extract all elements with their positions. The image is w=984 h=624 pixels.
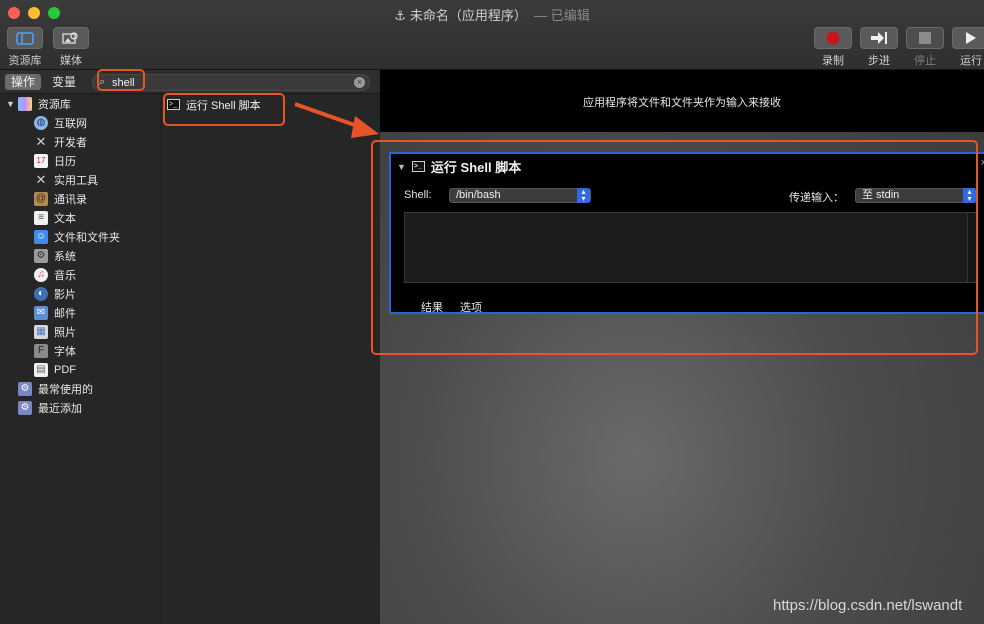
record-icon: [826, 31, 840, 45]
close-icon[interactable]: ×: [981, 157, 984, 169]
photos-icon: ▦: [34, 324, 48, 339]
stop-button[interactable]: [906, 27, 944, 49]
sidebar-item-internet[interactable]: ◍ 互联网: [34, 113, 87, 132]
globe-icon: ◍: [34, 115, 48, 130]
workflow-input-bar: 应用程序将文件和文件夹作为输入来接收: [380, 70, 984, 132]
finder-icon: ☺: [34, 229, 48, 244]
sidebar-item-calendar[interactable]: 17 日历: [34, 151, 76, 170]
run-button[interactable]: [952, 27, 984, 49]
font-icon: F: [34, 343, 48, 358]
annotation-action-highlight: [163, 93, 285, 126]
tab-variables[interactable]: 变量: [46, 74, 82, 90]
sidebar-item-fonts[interactable]: F 字体: [34, 341, 76, 360]
record-button[interactable]: [814, 27, 852, 49]
watermark: https://blog.csdn.net/lswandt: [773, 597, 963, 614]
clear-search-icon[interactable]: ×: [354, 77, 365, 88]
sidebar-item-label: 最常使用的: [38, 383, 93, 396]
play-icon: [966, 32, 976, 44]
media-label: 媒体: [60, 55, 82, 67]
sidebar-item-most-used[interactable]: ⚙ 最常使用的: [18, 379, 93, 398]
sidebar-item-label: PDF: [54, 363, 76, 376]
sidebar-item-music[interactable]: ♫ 音乐: [34, 265, 76, 284]
library-label: 资源库: [8, 55, 42, 67]
tab-actions[interactable]: 操作: [5, 74, 42, 90]
library-root-label: 资源库: [37, 98, 71, 111]
sidebar-item-label: 互联网: [54, 117, 87, 130]
sidebar-item-label: 音乐: [54, 269, 76, 282]
sidebar-item-label: 最近添加: [38, 402, 82, 415]
pdf-document-icon: ▤: [34, 362, 48, 377]
smart-folder-icon: ⚙: [18, 381, 32, 396]
sidebar-item-label: 邮件: [54, 307, 76, 320]
sidebar-item-label: 开发者: [54, 136, 87, 149]
sidebar-item-pdf[interactable]: ▤ PDF: [34, 360, 76, 379]
stop-label: 停止: [914, 55, 936, 67]
system-icon: ⚙: [34, 248, 48, 263]
sidebar-icon: [16, 31, 34, 45]
window-toolbar: ⚓ 未命名（应用程序） — 已编辑 资源库 媒体 录制 步进 停止 运行: [0, 0, 984, 70]
workflow-input-description: 应用程序将文件和文件夹作为输入来接收: [583, 97, 781, 109]
annotation-arrow-icon: [294, 102, 379, 138]
sidebar-item-developer[interactable]: ✕ 开发者: [34, 132, 87, 151]
sidebar-item-label: 日历: [54, 155, 76, 168]
step-button[interactable]: [860, 27, 898, 49]
sidebar-item-label: 通讯录: [54, 193, 87, 206]
tools-icon: ✕: [35, 171, 47, 187]
sidebar-item-label: 照片: [54, 326, 76, 339]
sidebar-item-photos[interactable]: ▦ 照片: [34, 322, 76, 341]
smart-folder-icon: ⚙: [18, 400, 32, 415]
movie-icon: ◐: [34, 286, 48, 301]
mail-icon: ✉: [34, 305, 48, 320]
window-title: ⚓ 未命名（应用程序） — 已编辑: [394, 8, 590, 23]
calendar-icon: 17: [34, 153, 48, 168]
library-pane: 操作 变量 ⌕ shell × ▼ 资源库 ◍ 互联网 ✕ 开发者 17 日历 …: [0, 70, 380, 624]
sidebar-item-system[interactable]: ⚙ 系统: [34, 246, 76, 265]
run-label: 运行: [960, 55, 982, 67]
disclosure-down-icon[interactable]: ▼: [6, 99, 15, 109]
library-header-bar: 操作 变量 ⌕ shell ×: [0, 70, 380, 94]
library-root[interactable]: ▼ 资源库: [6, 94, 71, 113]
contacts-icon: @: [34, 191, 48, 206]
annotation-search-highlight: [97, 69, 145, 91]
record-label: 录制: [822, 55, 844, 67]
library-list: ▼ 资源库 ◍ 互联网 ✕ 开发者 17 日历 ✕ 实用工具 @ 通讯录 ≡ 文…: [0, 94, 160, 624]
sidebar-item-text[interactable]: ≡ 文本: [34, 208, 76, 227]
sidebar-item-label: 系统: [54, 250, 76, 263]
automator-app-icon: ⚓: [394, 8, 406, 23]
step-label: 步进: [868, 55, 890, 67]
sidebar-item-utilities[interactable]: ✕ 实用工具: [34, 170, 98, 189]
sidebar-item-files-folders[interactable]: ☺ 文件和文件夹: [34, 227, 120, 246]
step-icon: [871, 32, 887, 44]
sidebar-item-movies[interactable]: ◐ 影片: [34, 284, 76, 303]
sidebar-item-contacts[interactable]: @ 通讯录: [34, 189, 87, 208]
library-toggle-button[interactable]: [7, 27, 43, 49]
actions-list: >_ 运行 Shell 脚本: [160, 94, 380, 624]
music-icon: ♫: [34, 267, 48, 282]
sidebar-item-mail[interactable]: ✉ 邮件: [34, 303, 76, 322]
sidebar-item-label: 文本: [54, 212, 76, 225]
text-document-icon: ≡: [34, 210, 48, 225]
library-icon: [17, 96, 32, 111]
sidebar-item-label: 影片: [54, 288, 76, 301]
annotation-workflow-highlight: [371, 140, 978, 355]
media-icon: [62, 32, 78, 44]
sidebar-item-label: 文件和文件夹: [54, 231, 120, 244]
sidebar-item-label: 实用工具: [54, 174, 98, 187]
sidebar-item-label: 字体: [54, 345, 76, 358]
sidebar-item-recently-added[interactable]: ⚙ 最近添加: [18, 398, 82, 417]
stop-icon: [919, 32, 931, 44]
tools-icon: ✕: [35, 133, 47, 149]
media-button[interactable]: [53, 27, 89, 49]
